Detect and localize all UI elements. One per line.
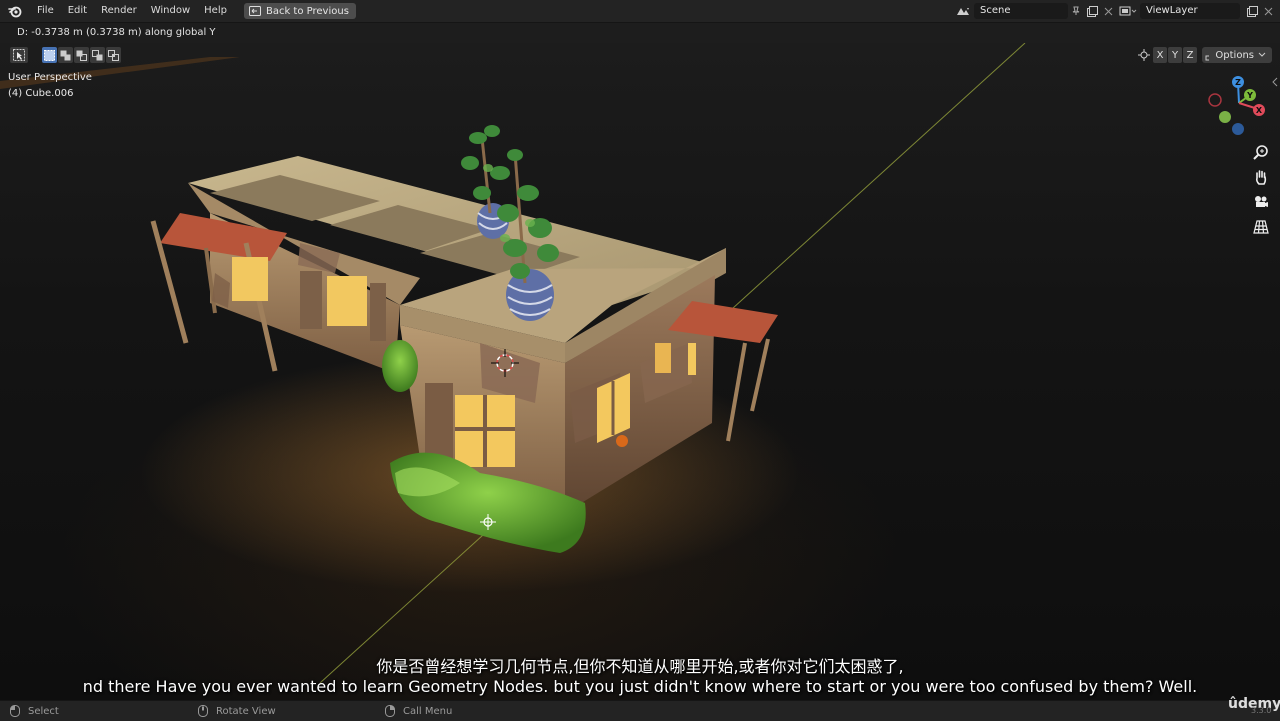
hand-icon [1255,170,1267,185]
hint-rotate-label: Rotate View [216,705,276,717]
view-perspective-label: User Perspective [8,72,92,83]
3d-viewport[interactable]: User Perspective (4) Cube.006 X Y Z Opti… [0,43,1280,700]
mouse-right-icon [385,705,395,717]
transform-status-text: D: -0.3738 m (0.3738 m) along global Y [0,23,1280,43]
menu-render[interactable]: Render [94,0,144,22]
select-mode-toolbar [10,47,122,63]
mouse-middle-icon [198,705,208,717]
gizmo-x-label: X [1256,106,1263,115]
menu-help[interactable]: Help [197,0,234,22]
gizmo-z-label: Z [1235,78,1241,87]
hint-call-menu: Call Menu [385,705,452,717]
select-invert-icon [92,49,103,60]
menu-edit[interactable]: Edit [61,0,94,22]
pin-icon[interactable] [1068,3,1084,19]
hint-select: Select [10,705,59,717]
blender-logo-icon[interactable] [8,4,22,18]
select-extend-icon [60,50,71,60]
select-intersect-icon [108,49,119,61]
magnifier-icon [1253,145,1268,160]
select-intersect-button[interactable] [106,47,121,63]
gizmo-y-label: Y [1246,91,1253,100]
select-invert-button[interactable] [90,47,105,63]
scene-render [0,43,1026,684]
transform-gizmo-icon[interactable] [1136,47,1152,63]
grid-perspective-icon [1253,220,1269,234]
hint-call-menu-label: Call Menu [403,705,453,717]
select-new-icon [44,49,55,61]
screen-back-icon [248,6,261,16]
view-layer-field[interactable]: ViewLayer [1140,3,1240,19]
toggle-perspective-button[interactable] [1250,216,1272,238]
options-label: Options [1215,49,1254,61]
hint-rotate: Rotate View [198,705,276,717]
top-menu-bar: File Edit Render Window Help Back to Pre… [0,0,1280,23]
hint-select-label: Select [28,705,59,717]
options-dropdown[interactable]: Options [1209,47,1272,63]
pan-view-button[interactable] [1250,166,1272,188]
subtitle-chinese: 你是否曾经想学习几何节点,但你不知道从哪里开始,或者你对它们太困惑了, [376,657,904,676]
view-layer-icon[interactable] [1116,3,1140,19]
scene-type-icon[interactable] [952,3,974,19]
camera-view-button[interactable] [1250,191,1272,213]
axis-z-toggle[interactable]: Z [1183,47,1197,63]
delete-scene-icon[interactable] [1100,3,1116,19]
back-to-previous-label: Back to Previous [265,5,349,17]
select-extend-button[interactable] [58,47,73,63]
subtitle-english: nd there Have you ever wanted to learn G… [82,677,1198,696]
version-label: 3.3.0 [1251,706,1272,715]
axis-lock-group: X Y Z [1136,47,1218,63]
new-view-layer-icon[interactable] [1244,3,1260,19]
cursor-icon [13,49,25,61]
select-subtract-button[interactable] [74,47,89,63]
status-bar: Select Rotate View Call Menu [0,700,1280,721]
mouse-left-icon [10,705,20,717]
active-object-label: (4) Cube.006 [8,88,74,99]
camera-icon [1255,196,1268,207]
chevron-down-icon [1258,52,1266,57]
tweak-tool-button[interactable] [10,47,28,63]
scene-name-field[interactable]: Scene [974,3,1068,19]
axis-y-toggle[interactable]: Y [1168,47,1182,63]
new-scene-icon[interactable] [1084,3,1100,19]
select-new-button[interactable] [42,47,57,63]
menu-file[interactable]: File [30,0,61,22]
back-to-previous-button[interactable]: Back to Previous [243,3,356,19]
menu-window[interactable]: Window [144,0,197,22]
axis-x-toggle[interactable]: X [1153,47,1167,63]
delete-view-layer-icon[interactable] [1260,3,1276,19]
zoom-view-button[interactable] [1250,141,1272,163]
select-subtract-icon [76,50,87,61]
navigation-gizmo[interactable]: Z Y X [1203,73,1273,139]
